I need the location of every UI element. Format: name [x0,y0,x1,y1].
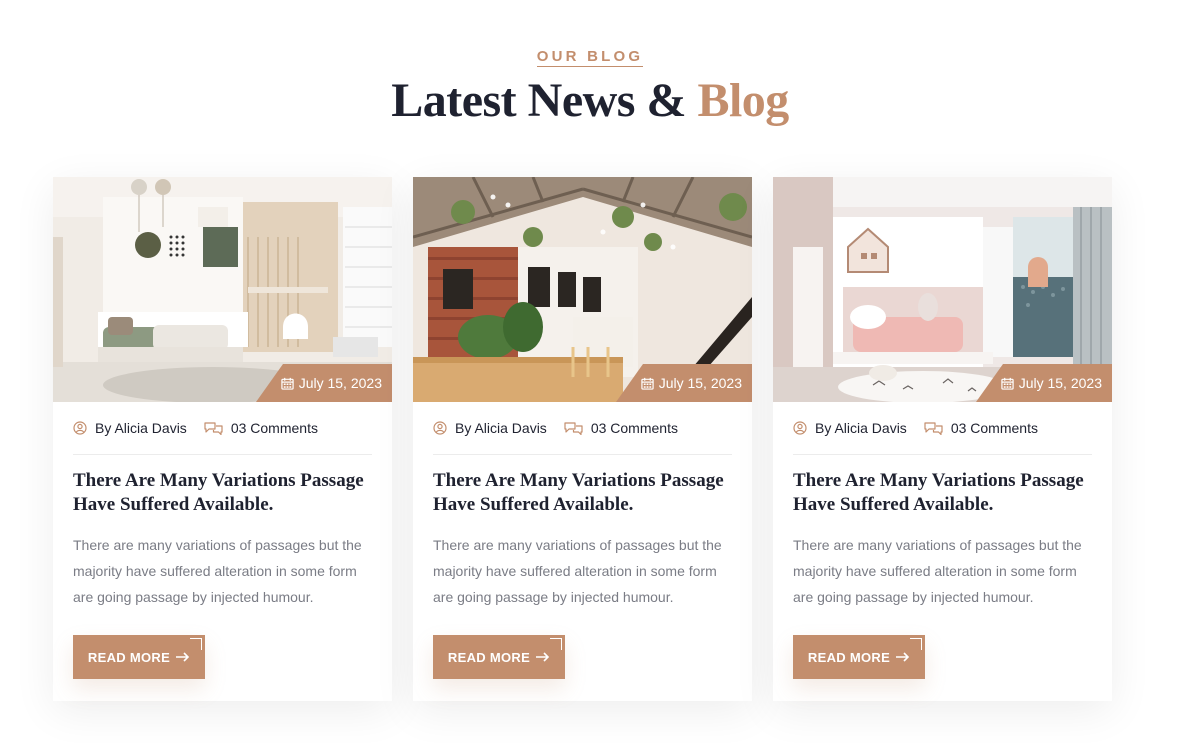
arrow-right-icon [176,652,190,662]
user-circle-icon [793,421,807,435]
blog-card: July 15, 2023 By Alicia Davis 03 Comment… [773,177,1112,701]
comment-count: 03 Comments [230,420,318,436]
post-author[interactable]: By Alicia Davis [433,420,547,436]
post-author[interactable]: By Alicia Davis [793,420,907,436]
section-eyebrow: OUR BLOG [536,48,644,67]
user-circle-icon [73,421,87,435]
post-title[interactable]: There Are Many Variations Passage Have S… [73,469,372,517]
post-excerpt: There are many variations of passages bu… [793,537,1082,605]
calendar-icon [281,377,294,390]
post-date: July 15, 2023 [658,375,742,391]
post-meta: By Alicia Davis 03 Comments [433,420,732,455]
button-corner-decoration [550,638,562,650]
blog-thumbnail[interactable]: July 15, 2023 [773,177,1112,402]
comment-count: 03 Comments [950,420,1038,436]
calendar-icon [641,377,654,390]
post-title[interactable]: There Are Many Variations Passage Have S… [793,469,1092,517]
blog-cards: July 15, 2023 By Alicia Davis 03 Comment… [53,177,1113,701]
post-date: July 15, 2023 [1018,375,1102,391]
read-more-button[interactable]: READ MORE [793,635,925,679]
chat-bubbles-icon [204,422,223,435]
read-more-label: READ MORE [807,649,891,665]
blog-card: July 15, 2023 By Alicia Davis 03 Comment… [53,177,392,701]
section-title-accent: Blog [697,74,789,127]
section-title-main: Latest News & [391,74,686,127]
arrow-right-icon [536,652,550,662]
post-excerpt: There are many variations of passages bu… [433,537,722,605]
button-corner-decoration [190,638,202,650]
post-meta: By Alicia Davis 03 Comments [793,420,1092,455]
blog-thumbnail[interactable]: July 15, 2023 [413,177,752,402]
read-more-label: READ MORE [447,649,531,665]
arrow-right-icon [896,652,910,662]
post-comments[interactable]: 03 Comments [204,420,318,436]
post-author[interactable]: By Alicia Davis [73,420,187,436]
post-excerpt: There are many variations of passages bu… [73,537,362,605]
author-name: By Alicia Davis [455,420,547,436]
section-title: Latest News & Blog [0,77,1180,125]
post-comments[interactable]: 03 Comments [564,420,678,436]
post-title[interactable]: There Are Many Variations Passage Have S… [433,469,732,517]
blog-thumbnail[interactable]: July 15, 2023 [53,177,392,402]
section-header: OUR BLOG Latest News & Blog [0,48,1180,125]
post-comments[interactable]: 03 Comments [924,420,1038,436]
calendar-icon [1001,377,1014,390]
comment-count: 03 Comments [590,420,678,436]
author-name: By Alicia Davis [815,420,907,436]
read-more-button[interactable]: READ MORE [433,635,565,679]
read-more-button[interactable]: READ MORE [73,635,205,679]
post-meta: By Alicia Davis 03 Comments [73,420,372,455]
author-name: By Alicia Davis [95,420,187,436]
read-more-label: READ MORE [87,649,171,665]
post-date: July 15, 2023 [298,375,382,391]
chat-bubbles-icon [564,422,583,435]
chat-bubbles-icon [924,422,943,435]
blog-card: July 15, 2023 By Alicia Davis 03 Comment… [413,177,752,701]
user-circle-icon [433,421,447,435]
button-corner-decoration [910,638,922,650]
